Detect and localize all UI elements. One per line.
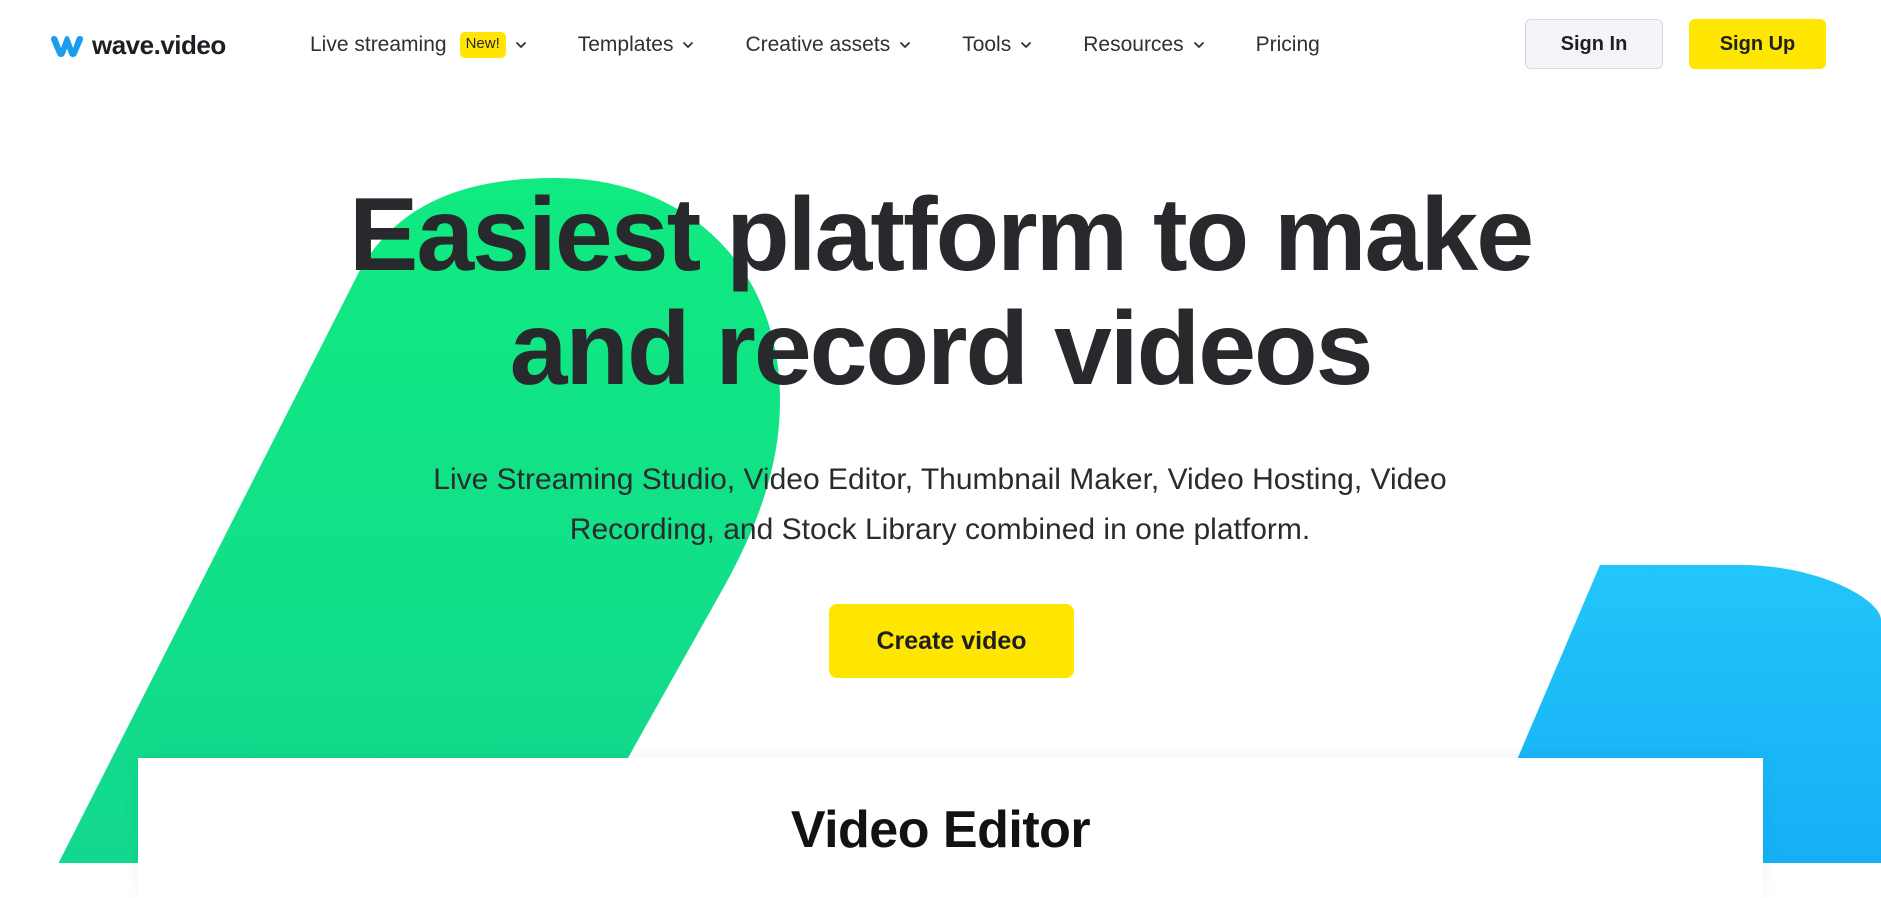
chevron-down-icon: [898, 38, 912, 52]
create-video-button[interactable]: Create video: [829, 604, 1074, 678]
nav-item-resources[interactable]: Resources: [1083, 33, 1205, 57]
brand-logo[interactable]: wave.video: [48, 30, 226, 61]
hero-background-shapes: [58, 178, 1881, 863]
nav-item-tools[interactable]: Tools: [962, 33, 1033, 57]
nav-item-label: Templates: [577, 33, 674, 56]
chevron-down-icon: [514, 38, 528, 52]
chevron-down-icon: [1019, 38, 1033, 52]
nav-item-pricing[interactable]: Pricing: [1256, 33, 1320, 57]
nav-item-label: Creative assets: [745, 33, 891, 56]
nav-item-templates[interactable]: Templates: [578, 33, 696, 57]
nav-item-live-streaming[interactable]: Live streaming New!: [310, 32, 528, 58]
chevron-down-icon: [681, 38, 695, 52]
wave-w-logo-icon: [51, 35, 83, 57]
hero-title-line-1: Easiest platform to make: [348, 177, 1534, 293]
main-nav: Live streaming New! Templates Creative a…: [310, 28, 1320, 62]
nav-item-label: Resources: [1083, 33, 1184, 56]
hero-subtitle: Live Streaming Studio, Video Editor, Thu…: [390, 455, 1490, 555]
hero-title: Easiest platform to make and record vide…: [0, 178, 1881, 406]
brand-name: wave.video: [92, 30, 226, 60]
chevron-down-icon: [1192, 38, 1206, 52]
top-navigation-bar: wave.video Live streaming New! Templates…: [0, 0, 1881, 90]
hero-title-line-2: and record videos: [509, 291, 1374, 407]
sign-in-button[interactable]: Sign In: [1525, 19, 1663, 69]
video-editor-heading: Video Editor: [790, 801, 1091, 859]
sign-up-button[interactable]: Sign Up: [1689, 19, 1826, 69]
hero-subtitle-line-1: Live Streaming Studio, Video Editor, Thu…: [433, 463, 1447, 496]
hero-subtitle-line-2: Recording, and Stock Library combined in…: [569, 513, 1311, 546]
new-badge: New!: [459, 32, 506, 58]
nav-item-creative-assets[interactable]: Creative assets: [745, 33, 912, 57]
nav-item-label: Pricing: [1255, 33, 1320, 56]
nav-item-label: Tools: [962, 33, 1012, 56]
nav-item-label: Live streaming: [310, 33, 447, 56]
